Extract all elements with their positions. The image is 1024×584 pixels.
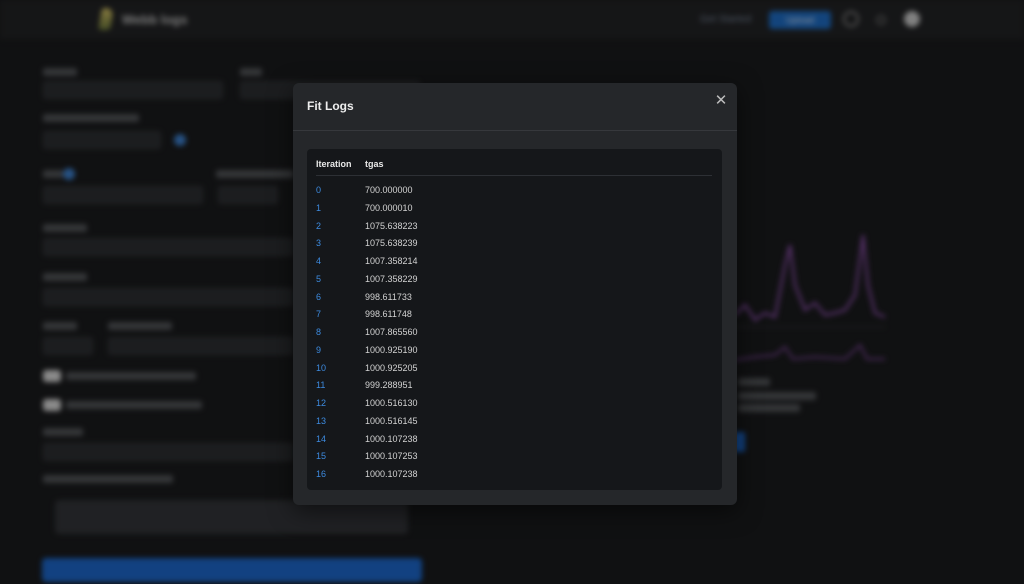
tgas-value: 1007.865560 (365, 327, 418, 337)
tgas-value: 999.288951 (365, 380, 413, 391)
iteration-link[interactable]: 1 (316, 203, 321, 213)
iteration-link[interactable]: 14 (316, 434, 326, 444)
tgas-value: 1007.358229 (365, 273, 418, 284)
tgas-value: 1000.107253 (365, 451, 418, 462)
fit-logs-table: Iteration tgas 0 700.000000 1 700.000010 2 10… (307, 149, 722, 490)
tgas-value: 998.611733 (365, 291, 412, 302)
iteration-link[interactable]: 11 (316, 380, 325, 390)
table-header: Iteration tgas (316, 149, 712, 176)
tgas-value: 1000.107238 (365, 469, 418, 479)
fit-logs-modal: Fit Logs ✕ Iteration tgas 0 700.000000 1 70… (293, 83, 737, 505)
tgas-value: 1000.516145 (365, 415, 418, 426)
iteration-link[interactable]: 16 (316, 469, 326, 479)
iteration-link[interactable]: 6 (316, 292, 321, 302)
column-header-iteration: Iteration (316, 159, 352, 169)
tgas-value: 998.611748 (365, 309, 412, 320)
iteration-link[interactable]: 10 (316, 363, 326, 373)
iteration-link[interactable]: 4 (316, 256, 321, 266)
iteration-link[interactable]: 15 (316, 451, 326, 461)
iteration-link[interactable]: 5 (316, 274, 321, 284)
iteration-link[interactable]: 9 (316, 345, 321, 355)
tgas-value: 700.000000 (365, 185, 413, 195)
iteration-link[interactable]: 13 (316, 416, 326, 426)
close-icon[interactable]: ✕ (712, 92, 730, 110)
tgas-value: 1075.638239 (365, 238, 418, 249)
tgas-value: 1000.516130 (365, 398, 418, 408)
iteration-link[interactable]: 0 (316, 185, 321, 195)
tgas-value: 1075.638223 (365, 220, 418, 231)
tgas-value: 1007.358214 (365, 256, 418, 266)
iteration-link[interactable]: 7 (316, 309, 321, 319)
modal-title: Fit Logs (307, 99, 354, 113)
column-header-tgas: tgas (365, 159, 384, 169)
tgas-value: 700.000010 (365, 202, 413, 213)
iteration-link[interactable]: 2 (316, 221, 321, 231)
iteration-link[interactable]: 3 (316, 238, 321, 248)
modal-header: Fit Logs ✕ (293, 83, 737, 131)
tgas-value: 1000.925190 (365, 344, 418, 355)
tgas-value: 1000.925205 (365, 362, 418, 373)
iteration-link[interactable]: 8 (316, 327, 321, 337)
iteration-link[interactable]: 12 (316, 398, 326, 408)
tgas-value: 1000.107238 (365, 433, 418, 444)
